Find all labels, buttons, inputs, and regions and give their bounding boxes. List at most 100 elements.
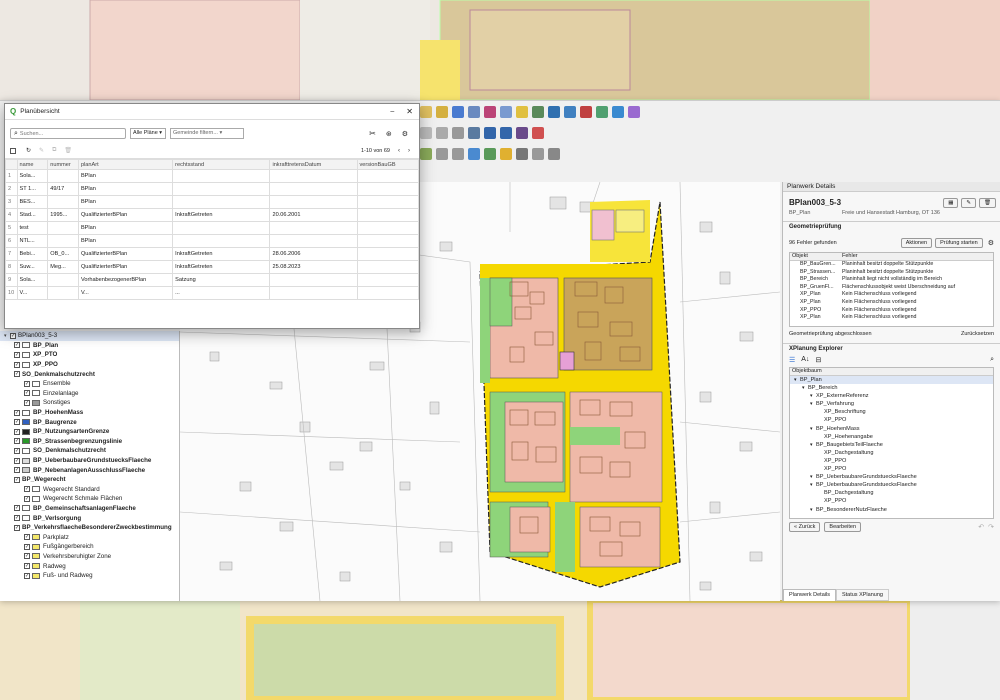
layer-item[interactable]: ✓ BP_GemeinschaftsanlagenFlaeche: [0, 504, 179, 514]
table-row[interactable]: 6 NTL... BPlan: [5, 234, 419, 248]
collapse-icon[interactable]: ⊟: [815, 356, 821, 364]
search-box[interactable]: ⌕: [10, 128, 126, 139]
layer-item[interactable]: ✓ Einzelanlage: [0, 389, 179, 399]
error-row[interactable]: BP_BauGren... Planinhalt besitzt doppelte…: [790, 261, 993, 269]
search-icon[interactable]: ⌕: [990, 356, 994, 364]
vertex-icon[interactable]: [436, 148, 448, 160]
layer-item[interactable]: ✓ XP_PTO: [0, 350, 179, 360]
layer-checkbox[interactable]: ✓: [14, 342, 20, 349]
table-row[interactable]: 5 test BPlan: [5, 221, 419, 235]
annotation-icon[interactable]: [516, 106, 528, 118]
edit-icon[interactable]: ✎: [39, 147, 44, 154]
column-header[interactable]: planArt: [77, 159, 174, 170]
tree-item[interactable]: ▾ BP_Bereich: [790, 384, 993, 392]
tree-item[interactable]: ▾ BP_BesondererNutzFlaeche: [790, 506, 993, 514]
layer-item[interactable]: ✓ BP_UeberbaubareGrundstuecksFlaeche: [0, 456, 179, 466]
layer-checkbox[interactable]: ✓: [24, 495, 30, 502]
layer-checkbox[interactable]: ✓: [14, 447, 20, 454]
layer-checkbox[interactable]: ✓: [14, 457, 20, 464]
select-all-checkbox[interactable]: [10, 147, 16, 154]
layer-item[interactable]: ✓ Parkplatz: [0, 532, 179, 542]
table-row[interactable]: 4 Stad... 1995... QualifizierterBPlan Inkraf…: [5, 208, 419, 222]
back-button[interactable]: « Zurück: [789, 522, 821, 532]
layer-item[interactable]: ✓ BP_HoehenMass: [0, 408, 179, 418]
layer-item[interactable]: ✓ Wegerecht Standard: [0, 485, 179, 495]
layer-item[interactable]: ✓ Fuß- und Radweg: [0, 571, 179, 581]
gemeinde-filter[interactable]: Gemeinde filtern... ▾: [170, 128, 244, 139]
search-input[interactable]: [17, 129, 118, 138]
prev-page-icon[interactable]: ‹: [398, 148, 400, 154]
globe-icon[interactable]: [612, 106, 624, 118]
layer-icon[interactable]: [548, 106, 560, 118]
column-header[interactable]: inkrafttretensDatum: [269, 159, 358, 170]
layer-checkbox[interactable]: ✓: [24, 563, 30, 570]
select-icon[interactable]: [420, 106, 432, 118]
offset-icon[interactable]: [516, 148, 528, 160]
error-row[interactable]: XP_Plan Kein Flächenschluss vorliegend: [790, 291, 993, 299]
redo-icon[interactable]: ↷: [988, 523, 994, 531]
layer-checkbox[interactable]: ✓: [24, 486, 30, 493]
merge-icon[interactable]: [548, 148, 560, 160]
layer-item[interactable]: ✓ BP_Verlsorgung: [0, 513, 179, 523]
table-row[interactable]: 2 ST 1... 49/17 BPlan: [5, 182, 419, 196]
map-icon[interactable]: ▦: [943, 198, 959, 208]
sum-icon[interactable]: [484, 106, 496, 118]
layer-checkbox[interactable]: ✓: [14, 515, 20, 522]
wms-icon[interactable]: [596, 106, 608, 118]
actions-button[interactable]: Aktionen: [900, 238, 933, 248]
tree-item[interactable]: XP_Beschriftung: [790, 408, 993, 416]
layer-checkbox[interactable]: ✓: [14, 351, 20, 358]
processing-icon[interactable]: [564, 106, 576, 118]
sort-icon[interactable]: A↓: [801, 356, 809, 364]
table-row[interactable]: 1 Sola... BPlan: [5, 169, 419, 183]
layer-item[interactable]: ✓ Sonstiges: [0, 398, 179, 408]
error-row[interactable]: BP_Bereich Planinhalt liegt nicht vollstä…: [790, 276, 993, 284]
column-header[interactable]: name: [16, 159, 49, 170]
undo-icon[interactable]: ↶: [978, 523, 984, 531]
error-row[interactable]: XP_PPO Kein Flächenschluss vorliegend: [790, 307, 993, 315]
layer-root[interactable]: ▾ ✓ BPlan003_5-3: [0, 331, 179, 341]
measure-icon[interactable]: [500, 106, 512, 118]
tree-item[interactable]: BP_Dachgestaltung: [790, 489, 993, 497]
layer-checkbox[interactable]: ✓: [14, 428, 20, 435]
layer-checkbox[interactable]: ✓: [24, 534, 30, 541]
layer-item[interactable]: ✓ Radweg: [0, 561, 179, 571]
tree-item[interactable]: ▾ BP_UeberbaubareGrundstuecksFlaeche: [790, 481, 993, 489]
attribute-table-icon[interactable]: [468, 106, 480, 118]
layer-checkbox[interactable]: ✓: [24, 390, 30, 397]
node-tool-icon[interactable]: [468, 148, 480, 160]
next-page-icon[interactable]: ›: [408, 148, 410, 154]
layer-checkbox[interactable]: ✓: [14, 361, 20, 368]
layer-item[interactable]: ✓ BP_Plan: [0, 341, 179, 351]
layer-item[interactable]: ✓ BP_Strassenbegrenzungslinie: [0, 437, 179, 447]
layer-item[interactable]: ✓ XP_PPO: [0, 360, 179, 370]
layer-item[interactable]: ✓ BP_Baugrenze: [0, 417, 179, 427]
layer-checkbox[interactable]: ✓: [14, 419, 20, 426]
layer-item[interactable]: ✓ BP_NebenanlagenAusschlussFlaeche: [0, 465, 179, 475]
layer-item[interactable]: ✓ BP_NutzungsartenGrenze: [0, 427, 179, 437]
gear-icon[interactable]: ⚙: [402, 130, 408, 138]
layers-icon[interactable]: ⊛: [386, 130, 392, 138]
column-header[interactable]: versionBauGB: [356, 159, 419, 170]
add-feature-icon[interactable]: [452, 127, 464, 139]
tree-item[interactable]: XP_Dachgestaltung: [790, 449, 993, 457]
digitize-icon[interactable]: [468, 127, 480, 139]
tree-item[interactable]: ▾ BP_Verfahrung: [790, 400, 993, 408]
ex-plugin-icon[interactable]: [516, 127, 528, 139]
layer-item[interactable]: ✓ BP_VerkehrsflaecheBesondererZweckbestim…: [0, 523, 179, 533]
minimize-icon[interactable]: –: [390, 108, 394, 115]
tree-item[interactable]: XP_Hoehenangabe: [790, 433, 993, 441]
tools-icon[interactable]: ✂: [369, 129, 376, 138]
split-icon[interactable]: [452, 148, 464, 160]
column-header[interactable]: nummer: [47, 159, 79, 170]
save-edits-icon[interactable]: [436, 127, 448, 139]
tree-item[interactable]: ▾ BP_UeberbaubareGrundstuecksFlaeche: [790, 473, 993, 481]
error-row[interactable]: XP_Plan Kein Flächenschluss vorliegend: [790, 314, 993, 322]
undo-icon[interactable]: [484, 127, 496, 139]
reshape-icon[interactable]: [484, 148, 496, 160]
pencil-icon[interactable]: ✎: [961, 198, 977, 208]
layer-checkbox[interactable]: ✓: [14, 371, 20, 378]
table-row[interactable]: 7 Bebi... OB_0... QualifizierterBPlan Inkraf…: [5, 247, 419, 261]
tree-item[interactable]: XP_PPO: [790, 497, 993, 505]
tree-item[interactable]: ▾ BP_BaugebietsTeilFlaeche: [790, 441, 993, 449]
